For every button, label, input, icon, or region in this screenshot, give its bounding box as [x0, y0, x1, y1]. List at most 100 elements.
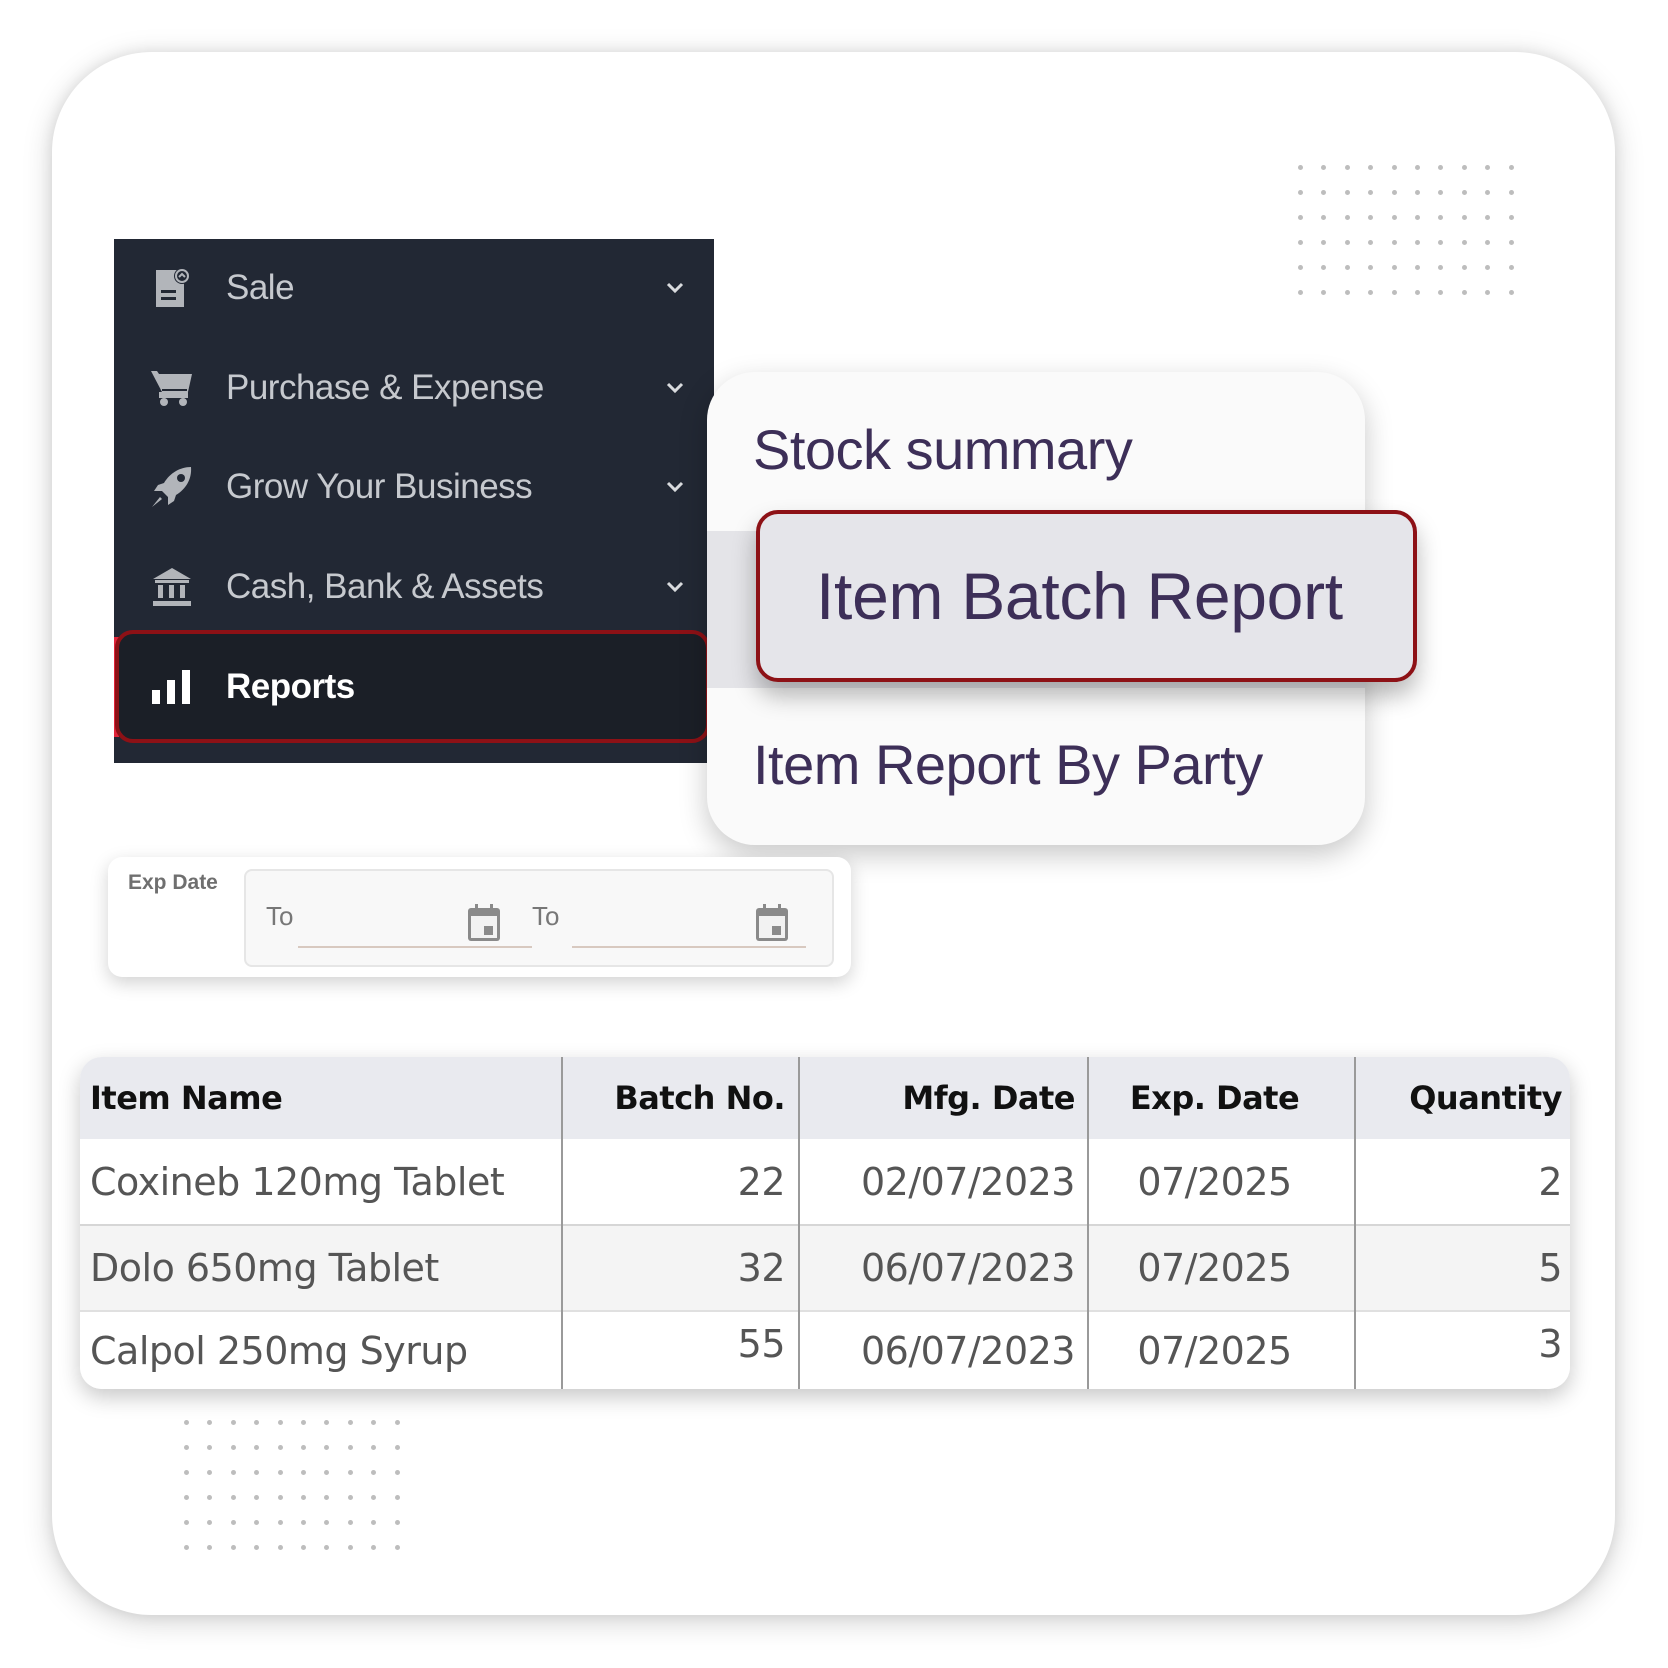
decorative-dot: [207, 1420, 213, 1425]
decorative-dot: [324, 1470, 330, 1475]
decorative-dot: [1508, 215, 1514, 220]
chevron-down-icon[interactable]: [662, 375, 688, 401]
calendar-icon[interactable]: [754, 903, 790, 943]
decorative-dot: [1508, 240, 1514, 245]
decorative-dot: [371, 1420, 377, 1425]
column-header-item-name[interactable]: Item Name: [90, 1057, 550, 1139]
filter-title: Exp Date: [128, 871, 218, 894]
table-row[interactable]: Dolo 650mg Tablet 32 06/07/2023 07/2025 …: [80, 1226, 1570, 1312]
decorative-dot: [277, 1445, 283, 1450]
decorative-dot: [1461, 190, 1467, 195]
table-header: Item Name Batch No. Mfg. Date Exp. Date …: [80, 1057, 1570, 1139]
decorative-dot: [230, 1445, 236, 1450]
decorative-dot: [394, 1420, 400, 1425]
cell-item-name: Dolo 650mg Tablet: [90, 1246, 439, 1290]
calendar-icon[interactable]: [466, 903, 502, 943]
sidebar-item-sale[interactable]: Sale: [114, 243, 714, 333]
submenu-item-stock-summary[interactable]: Stock summary: [753, 417, 1133, 482]
cell-exp-date: 07/2025: [1137, 1159, 1292, 1204]
decorative-dot: [1461, 265, 1467, 270]
table-row[interactable]: Coxineb 120mg Tablet 22 02/07/2023 07/20…: [80, 1139, 1570, 1226]
column-header-exp-date[interactable]: Exp. Date: [1087, 1057, 1342, 1139]
decorative-dot: [277, 1420, 283, 1425]
sidebar-item-label: Reports: [226, 666, 355, 706]
date-field-label: To: [532, 901, 560, 931]
decorative-dot: [371, 1495, 377, 1500]
decorative-dot: [1414, 215, 1420, 220]
decorative-dot: [1298, 165, 1303, 170]
column-divider: [561, 1057, 563, 1389]
decorative-dot: [1414, 240, 1420, 245]
decorative-dot: [1298, 215, 1303, 220]
decorative-dot: [207, 1495, 213, 1500]
decorative-dot: [1344, 265, 1350, 270]
cell-mfg-date: 02/07/2023: [860, 1159, 1076, 1204]
decorative-dot: [1344, 215, 1350, 220]
cell-batch-no: 32: [737, 1246, 786, 1290]
chevron-down-icon[interactable]: [662, 574, 688, 600]
cell-mfg-date: 06/07/2023: [860, 1328, 1076, 1373]
decorative-dot: [1414, 165, 1420, 170]
decorative-dot: [254, 1445, 260, 1450]
decorative-dot: [1368, 290, 1374, 295]
chevron-down-icon[interactable]: [662, 474, 688, 500]
column-header-mfg-date[interactable]: Mfg. Date: [809, 1057, 1075, 1139]
decorative-dot: [1461, 240, 1467, 245]
sidebar-item-label: Grow Your Business: [226, 467, 533, 506]
submenu-item-item-batch-report[interactable]: Item Batch Report: [756, 510, 1417, 682]
column-header-batch-no[interactable]: Batch No.: [561, 1057, 785, 1139]
decorative-dot: [1414, 265, 1420, 270]
decorative-dot: [1438, 190, 1444, 195]
submenu-item-label: Item Batch Report: [816, 559, 1343, 633]
decorative-dot: [1508, 165, 1514, 170]
decorative-dot: [347, 1545, 353, 1550]
submenu-item-item-report-by-party[interactable]: Item Report By Party: [753, 732, 1263, 797]
sidebar-item-reports[interactable]: Reports: [115, 630, 710, 743]
decorative-dot: [347, 1520, 353, 1525]
decorative-dot: [230, 1545, 236, 1550]
sidebar-item-cash-bank-assets[interactable]: Cash, Bank & Assets: [114, 542, 714, 632]
decorative-dot: [1461, 165, 1467, 170]
decorative-dot: [324, 1520, 330, 1525]
sidebar-item-label: Cash, Bank & Assets: [226, 567, 544, 606]
decorative-dot: [1391, 190, 1397, 195]
decorative-dot: [1414, 290, 1420, 295]
column-divider: [1087, 1057, 1089, 1389]
bank-icon: [150, 565, 194, 609]
cell-batch-no: 22: [737, 1159, 786, 1204]
decorative-dot: [371, 1445, 377, 1450]
column-header-quantity[interactable]: Quantity: [1354, 1057, 1562, 1139]
decorative-dot-grid-top: [1298, 165, 1532, 315]
exp-date-from-field[interactable]: To: [266, 891, 532, 951]
decorative-dot: [254, 1545, 260, 1550]
decorative-dot: [254, 1470, 260, 1475]
sidebar-item-purchase-expense[interactable]: Purchase & Expense: [114, 343, 714, 433]
table-row[interactable]: Calpol 250mg Syrup 55 06/07/2023 07/2025…: [80, 1312, 1570, 1389]
decorative-dot: [300, 1420, 306, 1425]
decorative-dot: [324, 1495, 330, 1500]
cell-quantity: 2: [1538, 1159, 1562, 1204]
cell-item-name: Coxineb 120mg Tablet: [90, 1159, 505, 1204]
invoice-icon: [150, 266, 194, 310]
decorative-dot: [300, 1445, 306, 1450]
decorative-dot: [1485, 165, 1491, 170]
decorative-dot: [277, 1495, 283, 1500]
decorative-dot: [184, 1420, 189, 1425]
chevron-down-icon[interactable]: [662, 275, 688, 301]
decorative-dot: [1461, 215, 1467, 220]
decorative-dot: [184, 1545, 189, 1550]
cell-exp-date: 07/2025: [1137, 1246, 1292, 1290]
decorative-dot: [254, 1495, 260, 1500]
decorative-dot: [371, 1470, 377, 1475]
decorative-dot: [394, 1495, 400, 1500]
decorative-dot: [394, 1470, 400, 1475]
decorative-dot: [1414, 190, 1420, 195]
sidebar-item-grow-your-business[interactable]: Grow Your Business: [114, 442, 714, 532]
decorative-dot: [184, 1470, 189, 1475]
decorative-dot: [1321, 165, 1327, 170]
item-batch-table: Item Name Batch No. Mfg. Date Exp. Date …: [80, 1057, 1570, 1389]
exp-date-to-field[interactable]: To: [532, 891, 812, 951]
decorative-dot: [1485, 290, 1491, 295]
decorative-dot: [230, 1470, 236, 1475]
decorative-dot: [300, 1520, 306, 1525]
